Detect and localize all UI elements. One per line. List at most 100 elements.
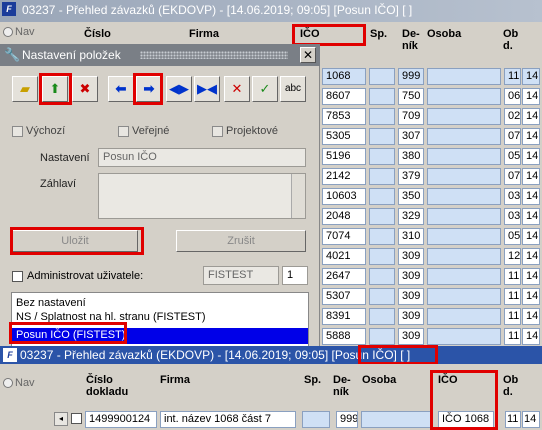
row-firma-tail[interactable]: 10603 <box>322 188 366 205</box>
delete-folder-button[interactable]: ✖ <box>72 76 98 102</box>
col-osoba[interactable]: Osoba <box>362 374 396 386</box>
row-obd2[interactable]: 14 <box>522 68 540 85</box>
col-denik[interactable]: De-ník <box>402 28 420 52</box>
row-osoba[interactable] <box>427 268 501 285</box>
col-obd[interactable]: Ob d. <box>503 28 518 52</box>
row-osoba[interactable] <box>427 208 501 225</box>
row-sp[interactable] <box>369 88 395 105</box>
row-osoba[interactable] <box>427 108 501 125</box>
row-firma-tail[interactable]: 1068 <box>322 68 366 85</box>
row-sp[interactable] <box>369 68 395 85</box>
row-firma[interactable]: int. název 1068 část 7 <box>160 411 296 428</box>
row-osoba[interactable] <box>427 88 501 105</box>
verejne-checkbox[interactable] <box>118 126 129 137</box>
row-firma-tail[interactable]: 7074 <box>322 228 366 245</box>
row-obd2[interactable]: 14 <box>522 148 540 165</box>
row-denik[interactable]: 709 <box>398 108 424 125</box>
dialog-close-button[interactable]: ✕ <box>300 47 316 63</box>
row-firma-tail[interactable]: 7853 <box>322 108 366 125</box>
row-osoba[interactable] <box>427 288 501 305</box>
table-row[interactable]: 1068 999 11 14 <box>320 66 542 86</box>
row-sp[interactable] <box>369 128 395 145</box>
row-obd2[interactable]: 14 <box>522 228 540 245</box>
row-sp[interactable] <box>302 411 330 428</box>
row-ob[interactable]: 02 <box>504 108 521 125</box>
table-row[interactable]: 10603 350 03 14 <box>320 186 542 206</box>
row-sp[interactable] <box>369 308 395 325</box>
table-row[interactable]: 5196 380 05 14 <box>320 146 542 166</box>
table-row[interactable]: 7074 310 05 14 <box>320 226 542 246</box>
row-ob[interactable]: 07 <box>504 128 521 145</box>
row-osoba[interactable] <box>427 248 501 265</box>
row-obd2[interactable]: 14 <box>522 268 540 285</box>
row-denik[interactable]: 307 <box>398 128 424 145</box>
row-obd2[interactable]: 14 <box>522 328 540 345</box>
admin-user-field[interactable]: FISTEST <box>203 266 279 285</box>
row-firma-tail[interactable]: 8391 <box>322 308 366 325</box>
zahlavi-textarea[interactable] <box>98 173 306 219</box>
expand-column-button[interactable]: ◀▶ <box>166 76 192 102</box>
row-firma-tail[interactable]: 5307 <box>322 288 366 305</box>
row-sp[interactable] <box>369 328 395 345</box>
col-firma[interactable]: Firma <box>160 374 190 386</box>
row-ob[interactable]: 03 <box>504 188 521 205</box>
row-denik[interactable]: 309 <box>398 248 424 265</box>
col-sp[interactable]: Sp. <box>304 374 321 386</box>
zahlavi-scrollbar[interactable] <box>291 174 305 218</box>
row-osoba[interactable] <box>361 411 433 428</box>
row-firma-tail[interactable]: 2048 <box>322 208 366 225</box>
nastaveni-field[interactable]: Posun IČO <box>98 148 306 167</box>
row-denik[interactable]: 350 <box>398 188 424 205</box>
row-sp[interactable] <box>369 208 395 225</box>
row-obd2[interactable]: 14 <box>522 308 540 325</box>
row-obd2[interactable]: 14 <box>522 88 540 105</box>
table-row[interactable]: 7853 709 02 14 <box>320 106 542 126</box>
col-cislo[interactable]: Číslo <box>84 28 111 40</box>
row-denik[interactable]: 999 <box>336 411 358 428</box>
projektove-checkbox[interactable] <box>212 126 223 137</box>
row-ob[interactable]: 11 <box>504 68 521 85</box>
row-firma-tail[interactable]: 5305 <box>322 128 366 145</box>
row-firma-tail[interactable]: 2142 <box>322 168 366 185</box>
open-folder-button[interactable]: ▰ <box>12 76 38 102</box>
nav-label[interactable]: Nav <box>15 377 35 389</box>
table-row[interactable]: 5307 309 11 14 <box>320 286 542 306</box>
row-firma-tail[interactable]: 2647 <box>322 268 366 285</box>
row-osoba[interactable] <box>427 168 501 185</box>
row-ob[interactable]: 07 <box>504 168 521 185</box>
row-osoba[interactable] <box>427 148 501 165</box>
cancel-button[interactable]: Zrušit <box>176 230 306 252</box>
table-row[interactable]: 2647 309 11 14 <box>320 266 542 286</box>
row-firma-tail[interactable]: 5196 <box>322 148 366 165</box>
admin-checkbox[interactable] <box>12 271 23 282</box>
row-obd2[interactable]: 14 <box>522 108 540 125</box>
row-ob[interactable]: 06 <box>504 88 521 105</box>
row-ob[interactable]: 05 <box>504 228 521 245</box>
row-denik[interactable]: 379 <box>398 168 424 185</box>
row-sp[interactable] <box>369 268 395 285</box>
row-denik[interactable]: 750 <box>398 88 424 105</box>
table-row[interactable]: 5888 309 11 14 <box>320 326 542 346</box>
nav-icon[interactable] <box>3 378 13 388</box>
row-denik[interactable]: 310 <box>398 228 424 245</box>
hide-column-button[interactable]: ✕ <box>224 76 250 102</box>
row-ob[interactable]: 11 <box>504 288 521 305</box>
rename-column-button[interactable]: abc <box>280 76 306 102</box>
row-ob[interactable]: 05 <box>504 148 521 165</box>
col-sp[interactable]: Sp. <box>370 28 387 40</box>
row-denik[interactable]: 309 <box>398 308 424 325</box>
move-left-button[interactable]: ⬅ <box>108 76 134 102</box>
col-denik[interactable]: De-ník <box>333 374 351 398</box>
table-row[interactable]: 5305 307 07 14 <box>320 126 542 146</box>
admin-number-field[interactable]: 1 <box>282 266 308 285</box>
col-osoba[interactable]: Osoba <box>427 28 461 40</box>
list-item[interactable]: Bez nastavení <box>12 296 308 310</box>
row-ob[interactable]: 03 <box>504 208 521 225</box>
row-sp[interactable] <box>369 188 395 205</box>
row-obd2[interactable]: 14 <box>522 188 540 205</box>
collapse-column-button[interactable]: ▶◀ <box>194 76 220 102</box>
row-sp[interactable] <box>369 228 395 245</box>
col-firma[interactable]: Firma <box>189 28 219 40</box>
row-obd2[interactable]: 14 <box>522 208 540 225</box>
row-obd2[interactable]: 14 <box>522 128 540 145</box>
